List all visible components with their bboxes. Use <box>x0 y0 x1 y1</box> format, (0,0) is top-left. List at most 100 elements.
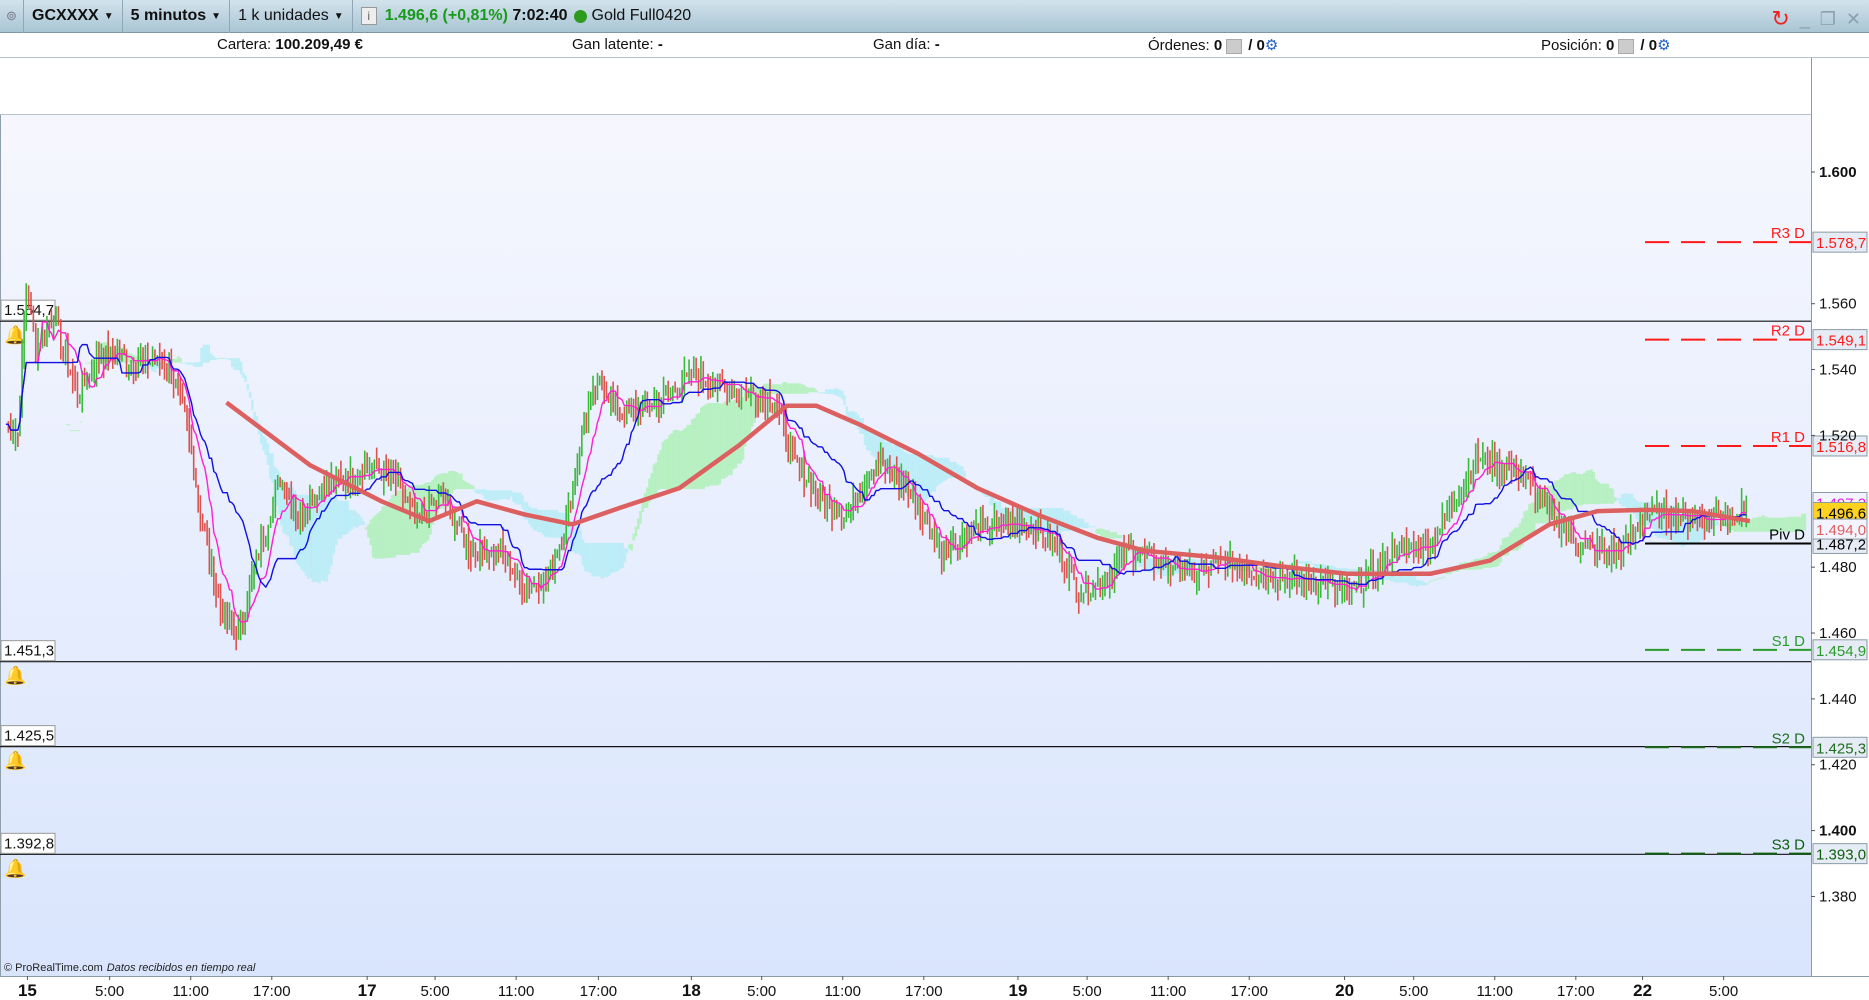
cloud-segment <box>381 506 385 559</box>
cloud-segment <box>727 401 731 476</box>
cloud-segment <box>998 501 1002 515</box>
pivot-price-label: 1.578,7 <box>1816 235 1866 252</box>
cloud-segment <box>805 386 809 394</box>
cloud-segment <box>1079 518 1082 528</box>
cloud-segment <box>371 517 375 558</box>
cloud-segment <box>1100 528 1103 538</box>
cloud-segment <box>1566 474 1569 510</box>
cloud-segment <box>1437 577 1441 579</box>
cloud-segment <box>832 389 835 395</box>
cloud-segment <box>1425 583 1429 586</box>
cloud-segment <box>668 434 671 490</box>
cloud-segment <box>919 454 923 500</box>
cloud-segment <box>1716 521 1720 526</box>
cloud-segment <box>244 375 247 382</box>
cloud-segment <box>330 496 333 566</box>
cloud-segment <box>320 494 324 581</box>
cloud-segment <box>251 399 254 411</box>
cloud-segment <box>588 543 592 573</box>
time-tick-label: 5:00 <box>747 983 776 1000</box>
cloud-segment <box>838 390 842 398</box>
cloud-segment <box>1428 581 1431 583</box>
cloud-segment <box>246 383 250 390</box>
cloud-segment <box>720 403 724 479</box>
cloud-segment <box>486 490 489 501</box>
cloud-segment <box>781 382 785 394</box>
cloud-segment <box>1516 527 1519 551</box>
cloud-segment <box>262 436 265 451</box>
cloud-segment <box>548 509 552 538</box>
cloud-segment <box>379 511 382 559</box>
cloud-segment <box>479 489 482 494</box>
price-tick-label: 1.400 <box>1819 823 1857 840</box>
price-tick-label: 1.380 <box>1819 888 1857 905</box>
cloud-segment <box>704 404 708 487</box>
price-tick-label: 1.440 <box>1819 691 1857 708</box>
cloud-segment <box>836 388 840 397</box>
cloud-segment <box>917 454 920 499</box>
cloud-segment <box>353 509 356 527</box>
bell-icon[interactable]: 🔔 <box>4 666 26 686</box>
cloud-segment <box>1097 528 1101 535</box>
cloud-segment <box>502 490 506 499</box>
cloud-segment <box>495 490 499 501</box>
cloud-segment <box>598 543 601 577</box>
cloud-segment <box>188 362 192 365</box>
cloud-segment <box>228 358 232 361</box>
cloud-segment <box>679 430 683 490</box>
cloud-segment <box>1628 493 1631 509</box>
cloud-segment <box>1306 561 1310 564</box>
time-tick-label: 11:00 <box>1477 983 1513 1000</box>
cloud-segment <box>398 490 401 555</box>
bell-icon[interactable]: 🔔 <box>4 858 26 878</box>
cloud-segment <box>670 433 674 490</box>
pivot-price-label: 1.549,1 <box>1816 333 1866 350</box>
price-tick-label: 1.460 <box>1819 625 1857 642</box>
cloud-segment <box>1058 508 1062 534</box>
cloud-segment <box>75 430 78 432</box>
cloud-segment <box>183 362 187 364</box>
cloud-segment <box>822 392 826 394</box>
cloud-segment <box>636 518 640 530</box>
cloud-segment <box>467 483 470 490</box>
cloud-segment <box>603 543 606 578</box>
cloud-segment <box>1621 494 1624 507</box>
cloud-segment <box>596 543 599 577</box>
time-tick-label: 11:00 <box>498 983 534 1000</box>
cloud-segment <box>77 430 81 432</box>
time-tick-label: 17 <box>358 981 377 1000</box>
cloud-segment <box>612 543 615 573</box>
cloud-segment <box>1140 558 1144 567</box>
cloud-segment <box>457 473 461 490</box>
cloud-segment <box>628 544 631 549</box>
cloud-segment <box>472 485 475 490</box>
cloud-segment <box>737 399 740 464</box>
cloud-segment <box>516 492 520 505</box>
cloud-segment <box>357 514 361 527</box>
alert-label: 1.425,5 <box>4 728 54 745</box>
cloud-segment <box>355 512 358 529</box>
cloud-segment <box>713 403 717 486</box>
cloud-segment <box>493 490 497 501</box>
bell-icon[interactable]: 🔔 <box>4 751 26 771</box>
cloud-segment <box>179 357 182 363</box>
cloud-segment <box>1060 508 1064 532</box>
cloud-segment <box>1435 579 1438 581</box>
cloud-segment <box>808 387 811 393</box>
cloud-segment <box>339 500 343 539</box>
cloud-segment <box>221 357 225 359</box>
bell-icon[interactable]: 🔔 <box>4 325 26 345</box>
cloud-segment <box>1423 581 1426 586</box>
cloud-segment <box>1561 476 1565 511</box>
cloud-segment <box>798 383 802 394</box>
cloud-segment <box>344 500 347 535</box>
price-tick-label: 1.540 <box>1819 362 1857 379</box>
cloud-segment <box>786 383 790 394</box>
time-tick-label: 22 <box>1633 981 1652 1000</box>
cloud-segment <box>67 424 71 426</box>
cloud-segment <box>507 490 511 500</box>
cloud-segment <box>1095 528 1099 535</box>
cloud-segment <box>212 355 215 361</box>
cloud-segment <box>1081 518 1085 529</box>
cloud-segment <box>730 401 733 476</box>
